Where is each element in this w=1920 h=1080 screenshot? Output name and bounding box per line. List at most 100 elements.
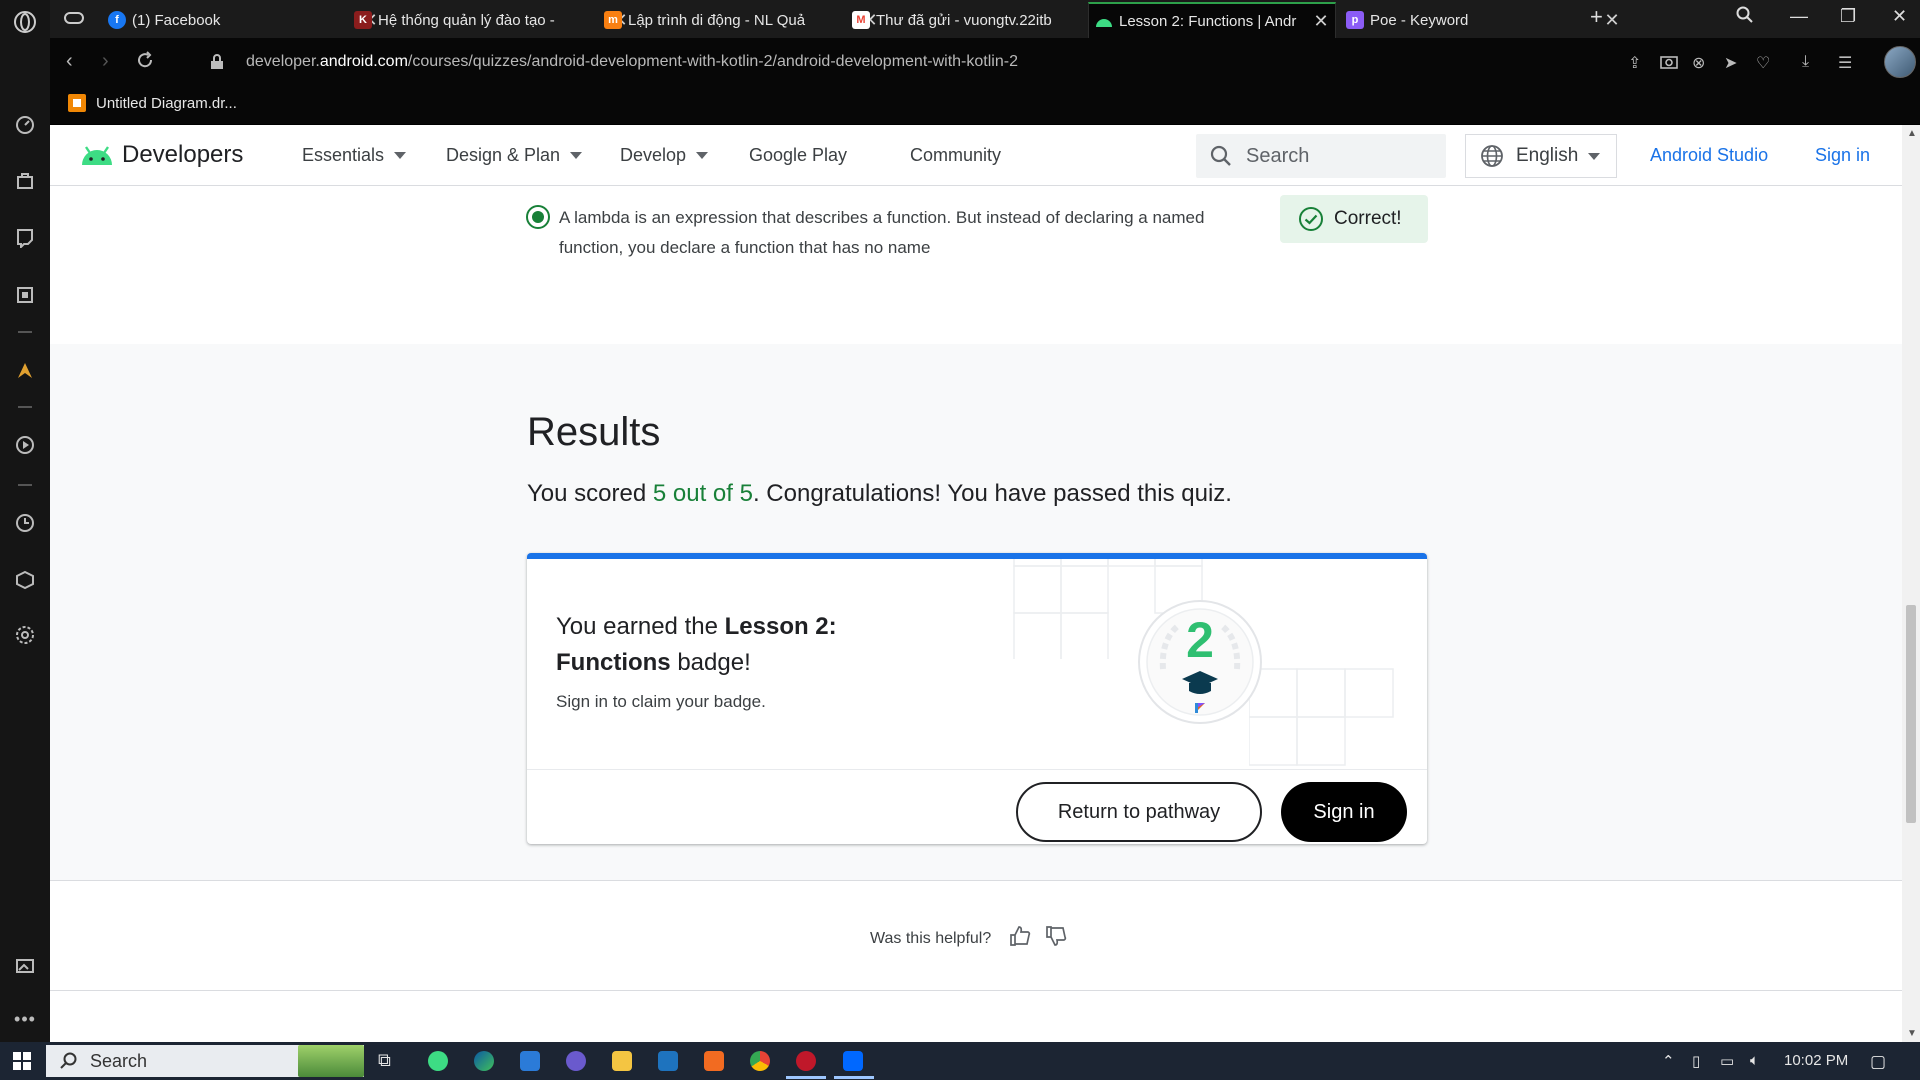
xampp-app-icon[interactable] xyxy=(704,1051,724,1071)
return-to-pathway-button[interactable]: Return to pathway xyxy=(1016,782,1262,842)
badge-prefix: You earned the xyxy=(556,613,725,640)
tab-title: Lập trình di động - NL Quả xyxy=(628,11,806,29)
aria-icon[interactable] xyxy=(13,358,37,382)
tab-mobile-programming[interactable]: m Lập trình di động - NL Quả ✕ xyxy=(598,2,884,38)
app-icon[interactable] xyxy=(658,1051,678,1071)
share-icon[interactable]: ⇪ xyxy=(1628,53,1641,73)
tab-training-system[interactable]: K Hệ thống quản lý đào tạo - ✕ xyxy=(348,2,634,38)
answer-text: A lambda is an expression that describes… xyxy=(559,203,1259,263)
chrome-app-icon[interactable] xyxy=(750,1051,770,1071)
settings-icon[interactable] xyxy=(13,623,37,647)
android-studio-app-icon[interactable] xyxy=(428,1051,448,1071)
radio-selected[interactable] xyxy=(526,205,550,229)
nav-google-play[interactable]: Google Play xyxy=(749,145,847,166)
app-icon[interactable] xyxy=(566,1051,586,1071)
correct-feedback: Correct! xyxy=(1280,195,1428,243)
language-label: English xyxy=(1516,145,1579,166)
heart-icon[interactable]: ♡ xyxy=(1756,53,1770,73)
card-sign-in-button[interactable]: Sign in xyxy=(1281,782,1407,842)
volume-icon[interactable]: 🔈︎ xyxy=(1750,1052,1759,1069)
windows-taskbar: Search ⧉ ⌃ ▯ ▭ 🔈︎ 10:02 PM ▢ xyxy=(0,1042,1920,1080)
restore-icon[interactable]: ❐ xyxy=(1840,6,1856,27)
easy-setup-icon[interactable]: ☰ xyxy=(1838,53,1852,73)
more-icon[interactable]: ••• xyxy=(13,1007,37,1031)
bookmark-item[interactable]: Untitled Diagram.dr... xyxy=(68,94,237,112)
ad-block-icon[interactable]: ⊗ xyxy=(1692,53,1705,73)
nav-label: Develop xyxy=(620,145,687,165)
url-field[interactable]: developer.android.com/courses/quizzes/an… xyxy=(246,53,1018,71)
opera-app-icon[interactable] xyxy=(796,1051,816,1071)
search-icon xyxy=(1210,145,1231,166)
nav-essentials[interactable]: Essentials xyxy=(302,145,407,166)
battery-icon[interactable]: ▭ xyxy=(1720,1052,1734,1070)
window-close-icon[interactable]: ✕ xyxy=(1892,6,1907,27)
profile-avatar[interactable] xyxy=(1884,46,1916,78)
download-icon[interactable]: ⤓ xyxy=(1802,53,1809,71)
tab-lesson-functions[interactable]: Lesson 2: Functions | Andr ✕ xyxy=(1088,2,1336,38)
zalo-app-icon[interactable] xyxy=(843,1051,863,1071)
opera-menu-icon[interactable] xyxy=(13,10,37,34)
notification-icon[interactable]: ▢ xyxy=(1870,1052,1886,1072)
new-tab-plus-icon[interactable]: + xyxy=(1590,4,1603,30)
gaming-controller-icon[interactable] xyxy=(64,10,84,31)
gmail-icon: M xyxy=(852,11,870,29)
close-icon[interactable]: ✕ xyxy=(1602,10,1622,31)
answer-line: A lambda is an expression that describes… xyxy=(559,208,1205,227)
send-icon[interactable]: ➤ xyxy=(1724,53,1737,73)
shopping-icon[interactable] xyxy=(13,169,37,193)
forward-icon[interactable]: › xyxy=(102,50,109,73)
gallery-icon[interactable] xyxy=(13,954,37,978)
thumbs-up-icon[interactable] xyxy=(1009,925,1031,952)
vscode-app-icon[interactable] xyxy=(520,1051,540,1071)
header-sign-in-link[interactable]: Sign in xyxy=(1815,145,1870,166)
camera-icon[interactable] xyxy=(1660,53,1678,74)
scroll-down-icon[interactable]: ▼ xyxy=(1907,1028,1917,1039)
thumbs-down-icon[interactable] xyxy=(1045,925,1067,952)
nav-community[interactable]: Community xyxy=(910,145,1001,166)
nav-design-plan[interactable]: Design & Plan xyxy=(446,145,583,166)
history-icon[interactable] xyxy=(13,511,37,535)
search-placeholder: Search xyxy=(1246,144,1310,167)
back-icon[interactable]: ‹ xyxy=(66,50,73,73)
tab-bar: f (1) Facebook ✕ K Hệ thống quản lý đào … xyxy=(50,0,1920,38)
scrollbar-thumb[interactable] xyxy=(1906,605,1916,823)
show-hidden-icons[interactable]: ⌃ xyxy=(1662,1052,1675,1070)
device-icon[interactable]: ▯ xyxy=(1692,1052,1700,1070)
developers-logo[interactable]: Developers xyxy=(80,141,243,169)
search-input[interactable]: Search xyxy=(1196,134,1446,178)
url-path: /courses/quizzes/android-development-wit… xyxy=(407,53,1018,70)
bookmark-label: Untitled Diagram.dr... xyxy=(96,94,237,112)
taskbar-search[interactable]: Search xyxy=(46,1045,364,1077)
tab-poe[interactable]: p Poe - Keyword ✕ xyxy=(1340,2,1626,38)
android-studio-link[interactable]: Android Studio xyxy=(1650,145,1768,166)
windows-start-icon[interactable] xyxy=(13,1052,31,1075)
speed-dial-icon[interactable] xyxy=(13,113,37,137)
lock-icon[interactable] xyxy=(210,53,224,76)
drawio-icon xyxy=(68,94,86,112)
edge-app-icon[interactable] xyxy=(474,1051,494,1071)
box-icon[interactable] xyxy=(13,568,37,592)
task-view-icon[interactable]: ⧉ xyxy=(378,1050,391,1071)
rail-divider xyxy=(18,484,32,486)
language-selector[interactable]: English xyxy=(1465,134,1617,178)
close-icon[interactable]: ✕ xyxy=(1311,11,1331,32)
scroll-up-icon[interactable]: ▲ xyxy=(1907,128,1917,139)
footer-divider xyxy=(50,990,1902,991)
file-explorer-icon[interactable] xyxy=(612,1051,632,1071)
page-scrollbar[interactable]: ▲ ▼ xyxy=(1902,125,1920,1042)
nav-label: Essentials xyxy=(302,145,385,165)
player-icon[interactable] xyxy=(13,433,37,457)
moodle-icon: m xyxy=(604,11,622,29)
minimize-icon[interactable]: — xyxy=(1790,6,1808,27)
twitch-icon[interactable] xyxy=(13,226,37,250)
site-header: Developers Essentials Design & Plan Deve… xyxy=(50,125,1902,186)
web-page: Developers Essentials Design & Plan Deve… xyxy=(50,125,1902,1042)
reload-icon[interactable] xyxy=(136,51,154,75)
tab-title: Thư đã gửi - vuongtv.22itb xyxy=(876,11,1052,29)
search-tabs-icon[interactable] xyxy=(1736,6,1754,29)
extension-icon[interactable] xyxy=(13,283,37,307)
tab-facebook[interactable]: f (1) Facebook ✕ xyxy=(102,2,384,38)
nav-develop[interactable]: Develop xyxy=(620,145,709,166)
clock[interactable]: 10:02 PM xyxy=(1784,1052,1848,1069)
poe-icon: p xyxy=(1346,11,1364,29)
